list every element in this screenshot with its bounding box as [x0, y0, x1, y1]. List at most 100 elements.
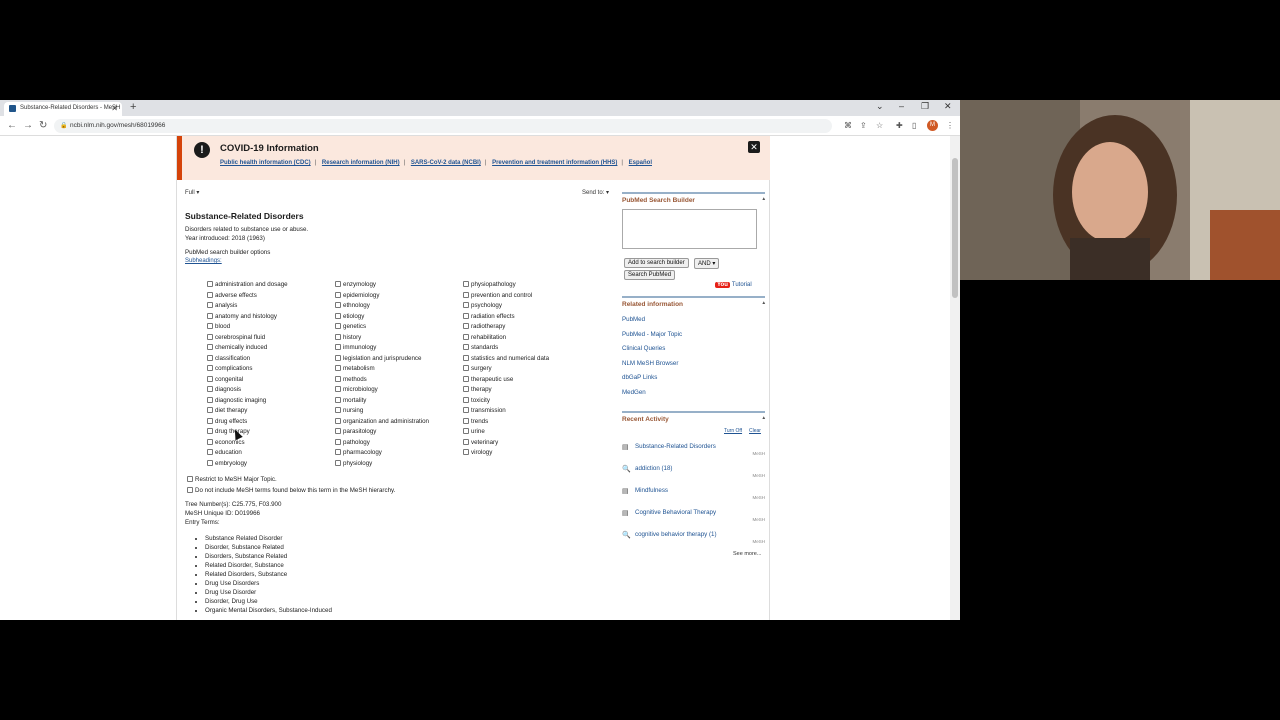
recent-activity-link[interactable]: addiction (18)	[635, 465, 673, 472]
subheading-checkbox[interactable]: adverse effects	[207, 291, 257, 299]
checkbox-box[interactable]	[463, 333, 469, 340]
subheading-checkbox[interactable]: genetics	[335, 323, 366, 330]
subheading-checkbox[interactable]: therapy	[463, 386, 492, 393]
recent-activity-link[interactable]: Substance-Related Disorders	[635, 443, 716, 450]
subheading-checkbox[interactable]: enzymology	[335, 281, 376, 288]
subheading-checkbox[interactable]: chemically induced	[207, 344, 267, 351]
subheading-checkbox[interactable]: immunology	[335, 344, 376, 351]
subheading-checkbox[interactable]: etiology	[335, 312, 364, 320]
checkbox-box[interactable]	[463, 438, 469, 445]
checkbox-box[interactable]	[207, 449, 213, 455]
subheading-checkbox[interactable]: history	[335, 333, 361, 341]
subheading-checkbox[interactable]: radiotherapy	[463, 323, 505, 330]
subheadings-link[interactable]: Subheadings:	[185, 258, 222, 264]
related-link[interactable]: Clinical Queries	[622, 345, 665, 352]
related-link[interactable]: PubMed - Major Topic	[622, 331, 682, 338]
subheading-checkbox[interactable]: physiopathology	[463, 281, 516, 288]
checkbox-box[interactable]	[207, 375, 213, 382]
close-window-icon[interactable]: ✕	[944, 101, 952, 112]
checkbox-box[interactable]	[187, 487, 193, 493]
subheading-checkbox[interactable]: legislation and jurisprudence	[335, 354, 421, 362]
subheading-checkbox[interactable]: anatomy and histology	[207, 312, 277, 320]
close-banner-icon[interactable]: ✕	[748, 141, 760, 153]
recent-activity-link[interactable]: cognitive behavior therapy (1)	[635, 531, 717, 538]
checkbox-box[interactable]	[207, 302, 213, 308]
checkbox-box[interactable]	[207, 333, 213, 340]
subheading-checkbox[interactable]: pathology	[335, 438, 370, 446]
scrollbar-thumb[interactable]	[952, 158, 958, 298]
profile-avatar[interactable]: M	[927, 120, 938, 131]
checkbox-box[interactable]	[207, 291, 213, 298]
browser-menu-icon[interactable]: ⋮	[946, 121, 954, 130]
checkbox-box[interactable]	[463, 396, 469, 403]
subheading-checkbox[interactable]: diagnosis	[207, 386, 241, 393]
collapse-icon[interactable]: ▴	[762, 300, 765, 306]
collapse-icon[interactable]: ▴	[762, 196, 765, 202]
checkbox-box[interactable]	[335, 333, 341, 340]
subheading-checkbox[interactable]: classification	[207, 354, 250, 362]
subheading-checkbox[interactable]: congenital	[207, 375, 243, 383]
subheading-checkbox[interactable]: standards	[463, 344, 498, 351]
checkbox-box[interactable]	[463, 407, 469, 413]
subheading-checkbox[interactable]: rehabilitation	[463, 333, 506, 341]
checkbox-box[interactable]	[335, 428, 341, 434]
checkbox-box[interactable]	[335, 281, 341, 287]
tab-search-icon[interactable]: ⌄	[876, 101, 884, 112]
checkbox-box[interactable]	[463, 354, 469, 361]
checkbox-box[interactable]	[463, 302, 469, 308]
checkbox-box[interactable]	[463, 375, 469, 382]
checkbox-box[interactable]	[463, 344, 469, 350]
search-builder-textarea[interactable]	[622, 209, 757, 249]
send-to-dropdown[interactable]: Send to: ▾	[582, 189, 609, 196]
youtube-tutorial-link[interactable]: You Tutorial	[715, 282, 752, 288]
subheading-checkbox[interactable]: diet therapy	[207, 407, 247, 414]
subheading-checkbox[interactable]: virology	[463, 449, 492, 456]
checkbox-box[interactable]	[463, 281, 469, 287]
related-link[interactable]: dbGaP Links	[622, 374, 657, 381]
close-tab-icon[interactable]: ✕	[111, 104, 118, 113]
covid-link-nih[interactable]: Research information (NIH)	[322, 160, 400, 166]
checkbox-box[interactable]	[463, 323, 469, 329]
browser-tab[interactable]: Substance-Related Disorders - MeSH ✕	[4, 102, 122, 116]
checkbox-box[interactable]	[463, 291, 469, 298]
subheading-checkbox[interactable]: drug therapy	[207, 428, 250, 435]
subheading-checkbox[interactable]: epidemiology	[335, 291, 379, 299]
back-icon[interactable]: ←	[7, 120, 17, 131]
checkbox-box[interactable]	[463, 386, 469, 392]
subheading-checkbox[interactable]: organization and administration	[335, 417, 429, 425]
checkbox-box[interactable]	[207, 459, 213, 466]
checkbox-box[interactable]	[335, 354, 341, 361]
bookmark-star-icon[interactable]: ☆	[876, 121, 883, 130]
checkbox-box[interactable]	[335, 365, 341, 371]
subheading-checkbox[interactable]: veterinary	[463, 438, 498, 446]
extensions-icon[interactable]: ✚	[896, 121, 903, 130]
checkbox-box[interactable]	[207, 428, 213, 434]
no-explode-checkbox[interactable]: Do not include MeSH terms found below th…	[187, 487, 395, 494]
subheading-checkbox[interactable]: methods	[335, 375, 367, 383]
url-field[interactable]: 🔒 ncbi.nlm.nih.gov/mesh/68019966	[54, 119, 832, 133]
covid-link-cdc[interactable]: Public health information (CDC)	[220, 160, 311, 166]
subheading-checkbox[interactable]: transmission	[463, 407, 506, 414]
checkbox-box[interactable]	[187, 476, 193, 482]
checkbox-box[interactable]	[207, 281, 213, 287]
subheading-checkbox[interactable]: drug effects	[207, 417, 247, 425]
checkbox-box[interactable]	[335, 344, 341, 350]
subheading-checkbox[interactable]: microbiology	[335, 386, 378, 393]
format-dropdown[interactable]: Full ▾	[185, 189, 199, 196]
checkbox-box[interactable]	[207, 386, 213, 392]
subheading-checkbox[interactable]: prevention and control	[463, 291, 532, 299]
forward-icon[interactable]: →	[23, 120, 33, 131]
checkbox-box[interactable]	[463, 365, 469, 371]
checkbox-box[interactable]	[335, 459, 341, 466]
recent-activity-link[interactable]: Cognitive Behavioral Therapy	[635, 509, 716, 516]
subheading-checkbox[interactable]: blood	[207, 323, 230, 330]
subheading-checkbox[interactable]: surgery	[463, 365, 492, 372]
checkbox-box[interactable]	[207, 417, 213, 424]
checkbox-box[interactable]	[207, 396, 213, 403]
checkbox-box[interactable]	[335, 438, 341, 445]
subheading-checkbox[interactable]: statistics and numerical data	[463, 354, 549, 362]
subheading-checkbox[interactable]: metabolism	[335, 365, 375, 372]
translate-icon[interactable]: ⌘	[844, 121, 852, 130]
checkbox-box[interactable]	[335, 291, 341, 298]
subheading-checkbox[interactable]: pharmacology	[335, 449, 382, 456]
